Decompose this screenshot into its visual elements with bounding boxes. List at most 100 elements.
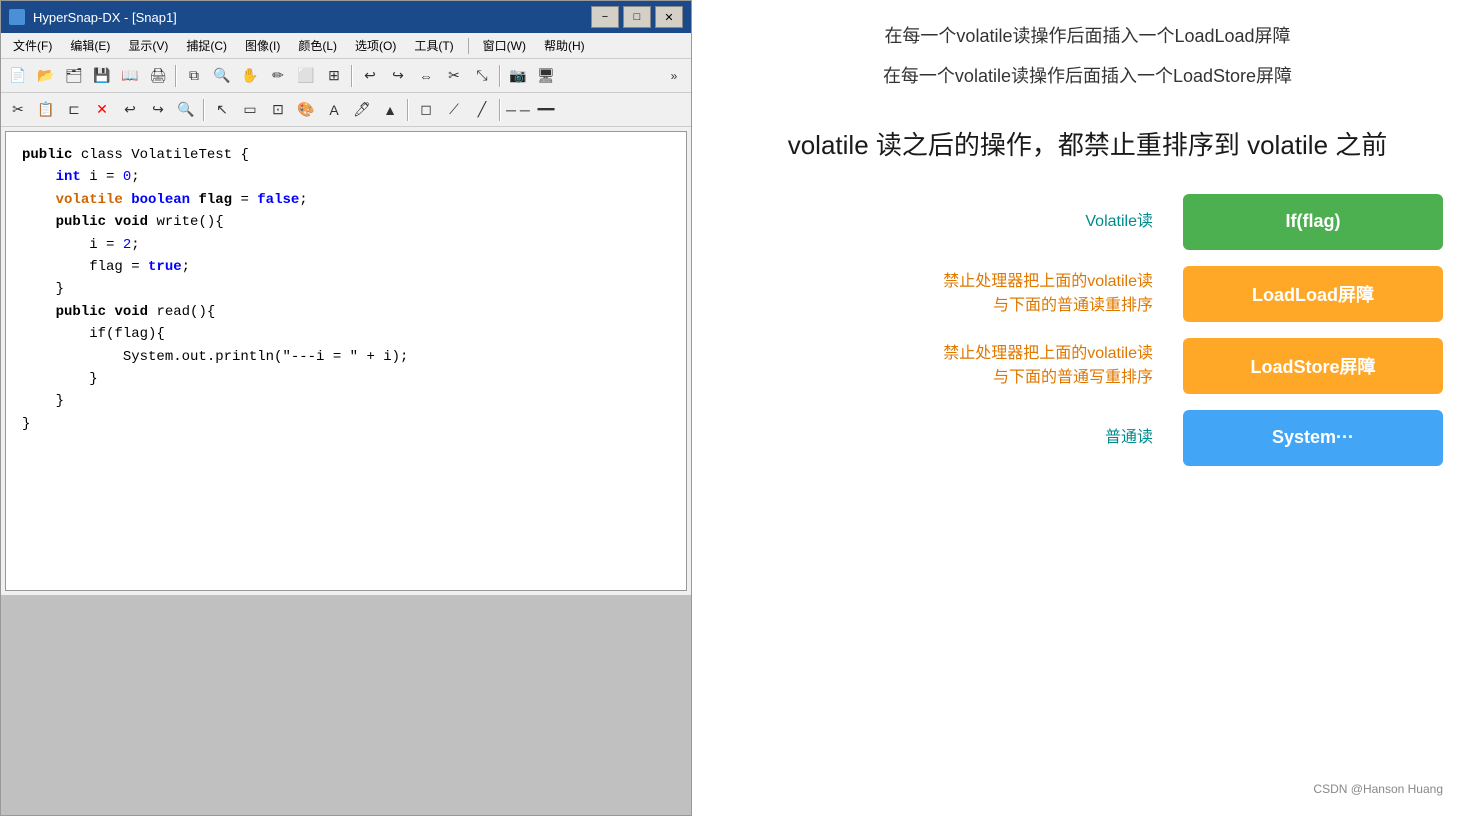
book-button[interactable]: 📖 xyxy=(117,63,143,89)
rect-button[interactable]: ▭ xyxy=(237,97,263,123)
code-line-10: System.out.println("---i = " + i); xyxy=(22,346,670,368)
status-area xyxy=(1,595,691,815)
code-line-6: flag = true; xyxy=(22,256,670,278)
menu-help[interactable]: 帮助(H) xyxy=(536,35,593,56)
code-line-7: } xyxy=(22,278,670,300)
row-label-4: 普通读 xyxy=(732,426,1183,450)
menu-capture[interactable]: 捕捉(C) xyxy=(178,35,235,56)
eraser-button[interactable]: ◻ xyxy=(413,97,439,123)
menu-color[interactable]: 颜色(L) xyxy=(290,35,345,56)
window-controls: − □ ✕ xyxy=(591,6,683,28)
rotate-left-button[interactable]: ↩ xyxy=(357,63,383,89)
grid-button[interactable]: ⊞ xyxy=(321,63,347,89)
arrow-button[interactable]: ↖ xyxy=(209,97,235,123)
row-label-2: 禁止处理器把上面的volatile读 与下面的普通读重排序 xyxy=(732,270,1183,318)
row-box-4: System··· xyxy=(1183,410,1443,466)
code-line-5: i = 2; xyxy=(22,234,670,256)
hypersnap-window: HyperSnap-DX - [Snap1] − □ ✕ 文件(F) 编辑(E)… xyxy=(0,0,692,816)
toolbar-2: ✂ 📋 ⊏ ✕ ↩ ↪ 🔍 ↖ ▭ ⊡ 🎨 A 🖊 ▲ ◻ ⟋ ╱ ─ ─ ━━ xyxy=(1,93,691,127)
right-panel: 在每一个volatile读操作后面插入一个LoadLoad屏障 在每一个vola… xyxy=(692,0,1483,816)
new-button[interactable]: 📄 xyxy=(5,63,31,89)
menu-bar: 文件(F) 编辑(E) 显示(V) 捕捉(C) 图像(I) 颜色(L) 选项(O… xyxy=(1,33,691,59)
diagram-row-4: 普通读 System··· xyxy=(732,410,1443,466)
menu-file[interactable]: 文件(F) xyxy=(5,35,60,56)
diagram-row-2: 禁止处理器把上面的volatile读 与下面的普通读重排序 LoadLoad屏障 xyxy=(732,266,1443,322)
line-button[interactable]: ⟋ xyxy=(441,97,467,123)
print-button[interactable]: 🖨 xyxy=(145,63,171,89)
select-button[interactable]: ⊡ xyxy=(265,97,291,123)
toolbar-sep-4 xyxy=(203,99,205,121)
paintbucket-button[interactable]: 🖊 xyxy=(349,97,375,123)
diagram-area: Volatile读 If(flag) 禁止处理器把上面的volatile读 与下… xyxy=(732,194,1443,774)
text-button[interactable]: A xyxy=(321,97,347,123)
row-box-2: LoadLoad屏障 xyxy=(1183,266,1443,322)
code-line-12: } xyxy=(22,390,670,412)
row-label-3: 禁止处理器把上面的volatile读 与下面的普通写重排序 xyxy=(732,342,1183,390)
info-line-1: 在每一个volatile读操作后面插入一个LoadLoad屏障 xyxy=(732,20,1443,52)
menu-image[interactable]: 图像(I) xyxy=(237,35,288,56)
code-line-11: } xyxy=(22,368,670,390)
flip-h-button[interactable]: ⇔ xyxy=(413,63,439,89)
brush-button[interactable]: ▲ xyxy=(377,97,403,123)
code-line-2: int i = 0; xyxy=(22,166,670,188)
menu-view[interactable]: 显示(V) xyxy=(120,35,176,56)
crop-button[interactable]: ✂ xyxy=(441,63,467,89)
code-line-4: public void write(){ xyxy=(22,211,670,233)
menu-separator xyxy=(468,38,469,54)
diagram-row-3: 禁止处理器把上面的volatile读 与下面的普通写重排序 LoadStore屏… xyxy=(732,338,1443,394)
redo-button[interactable]: ↪ xyxy=(145,97,171,123)
app-icon xyxy=(9,9,25,25)
toolbar-sep-2 xyxy=(351,65,353,87)
capture1-button[interactable]: 📷 xyxy=(505,63,531,89)
code-line-8: public void read(){ xyxy=(22,301,670,323)
restore-button[interactable]: □ xyxy=(623,6,651,28)
minimize-button[interactable]: − xyxy=(591,6,619,28)
dash-button[interactable]: ─ ─ xyxy=(505,97,531,123)
search-button[interactable]: 🔍 xyxy=(173,97,199,123)
delete-button[interactable]: ✕ xyxy=(89,97,115,123)
cut-button[interactable]: ✂ xyxy=(5,97,31,123)
paste-button[interactable]: 📋 xyxy=(33,97,59,123)
undo-button[interactable]: ↩ xyxy=(117,97,143,123)
pencil-button[interactable]: ✏ xyxy=(265,63,291,89)
big-text: volatile 读之后的操作，都禁止重排序到 volatile 之前 xyxy=(732,125,1443,162)
browse-button[interactable]: 🗂 xyxy=(61,63,87,89)
line2-button[interactable]: ╱ xyxy=(469,97,495,123)
capture2-button[interactable]: 🖥 xyxy=(533,63,559,89)
save-button[interactable]: 💾 xyxy=(89,63,115,89)
magnify-button[interactable]: 🔍 xyxy=(209,63,235,89)
toolbar-sep-3 xyxy=(499,65,501,87)
row-box-3: LoadStore屏障 xyxy=(1183,338,1443,394)
title-bar: HyperSnap-DX - [Snap1] − □ ✕ xyxy=(1,1,691,33)
resize-button[interactable]: ⤡ xyxy=(469,63,495,89)
code-line-13: } xyxy=(22,413,670,435)
menu-tools[interactable]: 工具(T) xyxy=(406,35,461,56)
hand-button[interactable]: ✋ xyxy=(237,63,263,89)
menu-options[interactable]: 选项(O) xyxy=(347,35,404,56)
diagram-row-1: Volatile读 If(flag) xyxy=(732,194,1443,250)
menu-window[interactable]: 窗口(W) xyxy=(475,35,534,56)
code-line-9: if(flag){ xyxy=(22,323,670,345)
paste2-button[interactable]: ⊏ xyxy=(61,97,87,123)
toolbar-1: 📄 📂 🗂 💾 📖 🖨 ⧉ 🔍 ✋ ✏ ⬜ ⊞ ↩ ↪ ⇔ ✂ ⤡ 📷 🖥 » xyxy=(1,59,691,93)
code-line-1: public class VolatileTest { xyxy=(22,144,670,166)
toolbar-sep-1 xyxy=(175,65,177,87)
stamp-button[interactable]: ⬜ xyxy=(293,63,319,89)
toolbar-sep-5 xyxy=(407,99,409,121)
close-button[interactable]: ✕ xyxy=(655,6,683,28)
window-title: HyperSnap-DX - [Snap1] xyxy=(33,10,583,25)
rotate-right-button[interactable]: ↪ xyxy=(385,63,411,89)
thick-line-button[interactable]: ━━ xyxy=(533,97,559,123)
watermark: CSDN @Hanson Huang xyxy=(732,782,1443,796)
copy-button[interactable]: ⧉ xyxy=(181,63,207,89)
code-editor: public class VolatileTest { int i = 0; v… xyxy=(5,131,687,591)
color-fill-button[interactable]: 🎨 xyxy=(293,97,319,123)
open-button[interactable]: 📂 xyxy=(33,63,59,89)
menu-edit[interactable]: 编辑(E) xyxy=(62,35,118,56)
info-line-2: 在每一个volatile读操作后面插入一个LoadStore屏障 xyxy=(732,60,1443,92)
expand-button[interactable]: » xyxy=(661,63,687,89)
code-line-3: volatile boolean flag = false; xyxy=(22,189,670,211)
row-label-1: Volatile读 xyxy=(732,210,1183,234)
row-box-1: If(flag) xyxy=(1183,194,1443,250)
toolbar-sep-6 xyxy=(499,99,501,121)
